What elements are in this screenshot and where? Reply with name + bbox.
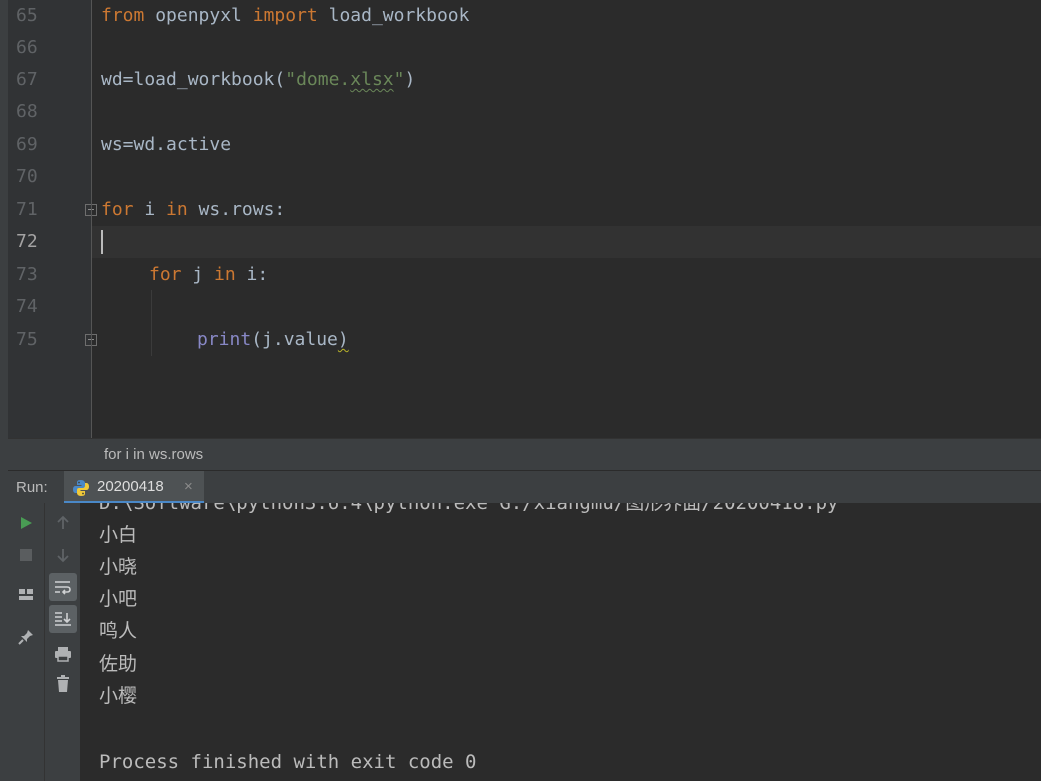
run-tool-window-header: Run: 20200418 × [8,470,1041,504]
line-number: 73 [16,264,38,285]
line-number: 74 [16,296,38,317]
code-token: ) [404,69,416,90]
code-line-73[interactable]: for j in i: [149,259,268,291]
code-token: (j.value [251,329,338,350]
console-output-line: 佐助 [99,653,138,675]
console-output-line: 鸣人 [99,620,138,642]
console-output-line: 小白 [99,524,138,546]
string-literal-typo: xlsx [350,69,394,90]
previous-occurrence-button[interactable] [49,509,77,537]
breadcrumb-item[interactable]: for i in ws.rows [104,439,203,470]
run-console[interactable]: D:\Software\python3.6.4\python.exe G:/xi… [80,503,1041,781]
line-number: 75 [16,329,38,350]
code-token: i [133,199,167,220]
run-tab-label: 20200418 [97,478,164,495]
line-number: 65 [16,5,38,26]
console-exit-message: Process finished with exit code 0 [99,751,477,773]
code-line-67[interactable]: wd=load_workbook("dome.xlsx") [101,64,415,96]
code-line-71[interactable]: for i in ws.rows: [101,194,285,226]
keyword: import [252,5,318,26]
text-caret [101,230,103,254]
pin-tab-button[interactable] [12,623,40,651]
keyword: in [214,264,236,285]
stop-icon [20,549,32,561]
code-line-75[interactable]: print(j.value) [197,324,349,356]
run-icon [21,517,32,529]
builtin-function: print [197,329,252,350]
print-icon [55,647,71,662]
breadcrumb[interactable]: for i in ws.rows [8,438,1041,470]
keyword: in [166,199,188,220]
trash-icon [57,675,69,692]
code-token: load_workbook [317,5,470,26]
run-toolbar-primary [8,503,44,781]
line-number: 67 [16,69,38,90]
keyword: from [101,5,145,26]
code-line-69[interactable]: ws=wd.active [101,129,231,161]
line-number: 68 [16,101,38,122]
rerun-button[interactable] [12,509,40,537]
string-literal: "dome. [285,69,351,90]
clear-all-button[interactable] [49,670,77,698]
run-toolbar-secondary [44,503,81,781]
pin-icon [18,630,33,645]
close-icon[interactable]: × [184,471,193,502]
python-icon [73,480,89,496]
soft-wrap-icon [55,581,71,595]
console-output-line: 小吧 [99,588,138,610]
code-token: openpyxl [144,5,253,26]
code-editor[interactable]: 65 66 67 68 69 70 71 72 73 74 75 from op… [8,0,1041,438]
print-button[interactable] [49,640,77,668]
keyword: for [149,264,182,285]
console-command-line: D:\Software\python3.6.4\python.exe G:/xi… [99,503,839,514]
run-tab-20200418[interactable]: 20200418 × [64,471,204,504]
line-number: 69 [16,134,38,155]
code-token: i: [235,264,269,285]
code-token: j [181,264,215,285]
scroll-to-end-button[interactable] [49,605,77,633]
run-label: Run: [16,479,48,496]
current-line-highlight [92,226,1041,258]
line-number: 70 [16,166,38,187]
code-line-65[interactable]: from openpyxl import load_workbook [101,0,469,32]
code-token: ws.rows: [187,199,286,220]
code-token-warning: ) [337,329,349,350]
layout-button[interactable] [12,580,40,608]
line-number-current: 72 [16,231,38,252]
stop-button[interactable] [12,541,40,569]
layout-icon [19,589,33,600]
scroll-to-end-icon [55,612,71,626]
console-output-line: 小晓 [99,556,138,578]
up-arrow-icon [57,515,69,529]
indent-guide [151,290,152,356]
gutter-divider [91,0,92,438]
code-token: wd=load_workbook( [101,69,286,90]
string-literal: " [393,69,405,90]
line-gutter: 65 66 67 68 69 70 71 72 73 74 75 [8,0,97,438]
down-arrow-icon [57,549,69,563]
soft-wrap-button[interactable] [49,573,77,601]
next-occurrence-button[interactable] [49,541,77,569]
keyword: for [101,199,134,220]
line-number: 71 [16,199,38,220]
console-output-line: 小樱 [99,685,138,707]
line-number: 66 [16,37,38,58]
